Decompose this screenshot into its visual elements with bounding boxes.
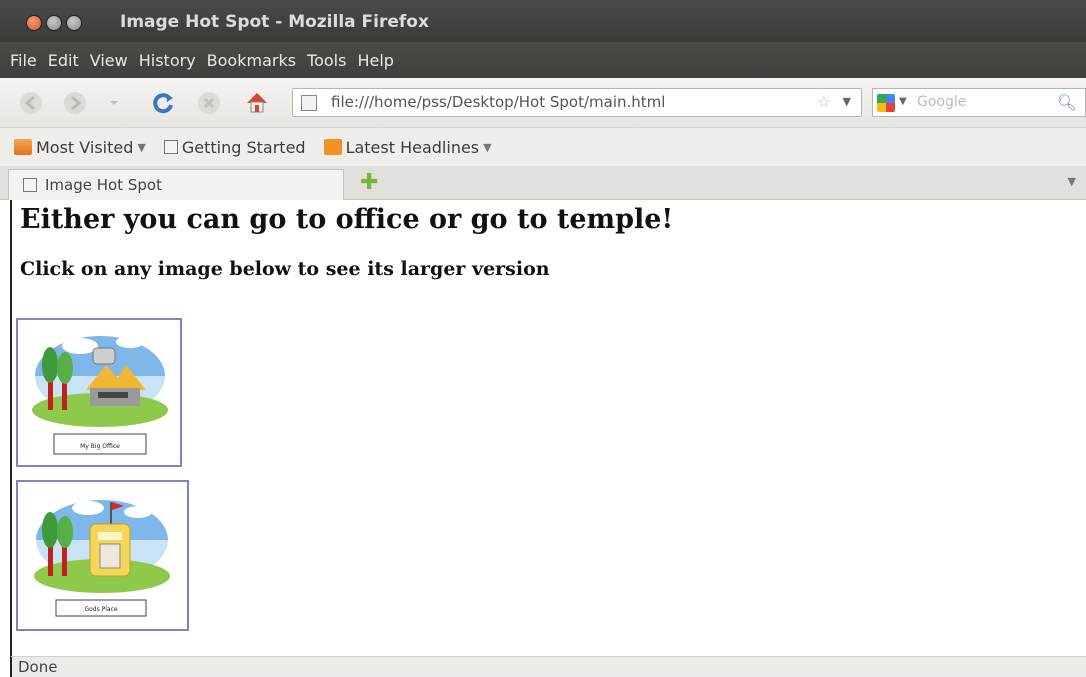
history-dropdown-icon[interactable] [108,90,120,116]
tab-strip: Image Hot Spot ✚ ▼ [0,166,1086,200]
menubar: File Edit View History Bookmarks Tools H… [0,42,1086,78]
chevron-down-icon: ▼ [483,140,492,154]
maximize-window-button[interactable] [66,15,82,31]
office-image-link[interactable]: My Big Office [16,318,182,467]
bookmark-latest-headlines[interactable]: Latest Headlines ▼ [323,137,492,157]
menu-bookmarks[interactable]: Bookmarks [207,51,296,70]
close-window-button[interactable] [26,15,42,31]
chevron-down-icon: ▼ [137,140,146,154]
window-titlebar: Image Hot Spot - Mozilla Firefox [0,0,1086,42]
search-icon[interactable]: 🔍︎ [1057,93,1077,112]
url-bar[interactable]: file:///home/pss/Desktop/Hot Spot/main.h… [292,88,862,117]
menu-tools[interactable]: Tools [307,51,346,70]
stop-icon[interactable] [196,90,222,116]
forward-arrow-icon[interactable] [62,90,88,116]
office-thumbnail-image: My Big Office [32,336,168,455]
menu-view[interactable]: View [90,51,128,70]
bookmark-label: Getting Started [181,137,306,157]
rss-icon [323,139,342,155]
bookmark-label: Most Visited [36,137,134,157]
window-title: Image Hot Spot - Mozilla Firefox [120,12,429,32]
bookmarks-toolbar: Most Visited ▼ Getting Started Latest He… [0,128,1086,166]
search-engine-icon[interactable] [877,94,895,112]
bookmark-most-visited[interactable]: Most Visited ▼ [14,138,146,157]
minimize-window-button[interactable] [46,15,62,31]
back-arrow-icon[interactable] [18,90,44,116]
home-icon[interactable] [244,90,270,116]
search-input[interactable]: Google [917,94,966,110]
folder-icon [14,139,32,155]
page-icon [23,178,37,192]
url-text[interactable]: file:///home/pss/Desktop/Hot Spot/main.h… [331,93,665,111]
menu-history[interactable]: History [139,51,196,70]
office-caption: My Big Office [80,443,120,450]
reload-icon[interactable] [150,90,176,116]
menu-help[interactable]: Help [357,51,393,70]
new-tab-plus-icon[interactable]: ✚ [360,170,378,195]
bookmark-label: Latest Headlines [345,137,480,157]
url-dropdown-icon[interactable]: ▼ [843,95,851,108]
bookmark-getting-started[interactable]: Getting Started [163,137,306,157]
tab-label: Image Hot Spot [45,176,162,194]
temple-caption: Gods Place [84,606,117,613]
page-icon [163,140,178,154]
page-subheading: Click on any image below to see its larg… [20,258,550,280]
page-content: Either you can go to office or go to tem… [10,200,1086,656]
bookmark-star-icon[interactable]: ☆ [817,92,831,111]
window-controls [26,15,82,31]
page-heading: Either you can go to office or go to tem… [20,204,674,235]
status-bar: Done [10,656,1086,677]
temple-image-link[interactable]: Gods Place [16,480,189,631]
search-engine-dropdown-icon[interactable]: ▼ [899,96,907,107]
menu-edit[interactable]: Edit [48,51,79,70]
temple-thumbnail-image: Gods Place [34,500,170,617]
search-bar[interactable]: ▼ Google 🔍︎ [872,88,1086,117]
tab-list-dropdown-icon[interactable]: ▼ [1068,175,1076,188]
status-text: Done [18,658,58,676]
site-identity-icon[interactable] [301,95,317,111]
tab-image-hot-spot[interactable]: Image Hot Spot [8,169,344,200]
menu-file[interactable]: File [10,51,37,70]
